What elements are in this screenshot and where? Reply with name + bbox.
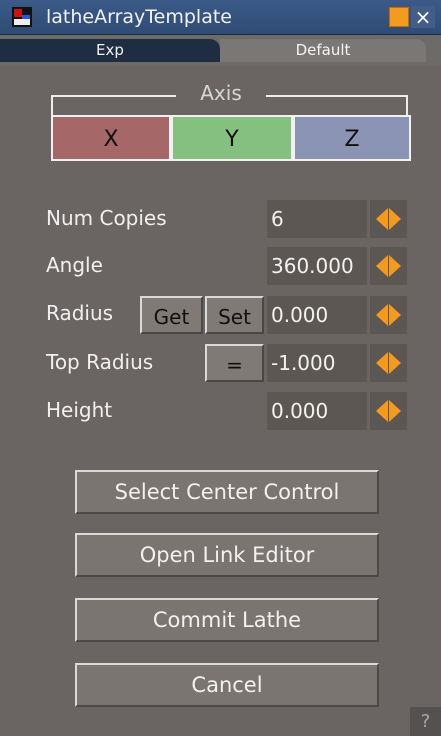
spinner-arrows-icon [376, 400, 401, 422]
tab-bar: Exp Default [0, 35, 441, 66]
radius-get-button[interactable]: Get [140, 296, 203, 334]
top-radius-field[interactable]: -1.000 [267, 344, 367, 382]
radius-field[interactable]: 0.000 [267, 296, 367, 334]
axis-z-button[interactable]: Z [293, 115, 411, 161]
top-radius-label: Top Radius [46, 350, 154, 374]
axis-x-button[interactable]: X [51, 115, 171, 161]
tab-default[interactable]: Default [220, 39, 426, 62]
height-spinner[interactable] [370, 392, 407, 430]
num-copies-field[interactable]: 6 [267, 200, 367, 238]
axis-label: Axis [176, 80, 266, 106]
commit-lathe-button[interactable]: Commit Lathe [75, 598, 379, 642]
cancel-button[interactable]: Cancel [75, 663, 379, 707]
help-button[interactable]: ? [410, 707, 441, 736]
radius-set-button[interactable]: Set [205, 296, 264, 334]
top-radius-equals-button[interactable]: = [205, 344, 264, 382]
height-field[interactable]: 0.000 [267, 392, 367, 430]
select-center-control-button[interactable]: Select Center Control [75, 470, 379, 514]
open-link-editor-button[interactable]: Open Link Editor [75, 533, 379, 577]
close-icon[interactable]: × [411, 6, 435, 28]
num-copies-spinner[interactable] [370, 200, 407, 238]
window-title: latheArrayTemplate [46, 6, 232, 28]
angle-label: Angle [46, 253, 103, 277]
lathe-app-icon [12, 7, 32, 27]
num-copies-label: Num Copies [46, 206, 167, 230]
spinner-arrows-icon [376, 304, 401, 326]
axis-y-button[interactable]: Y [171, 115, 293, 161]
top-radius-spinner[interactable] [370, 344, 407, 382]
angle-spinner[interactable] [370, 247, 407, 285]
spinner-arrows-icon [376, 208, 401, 230]
angle-field[interactable]: 360.000 [267, 247, 367, 285]
minimize-icon[interactable] [389, 7, 409, 27]
radius-label: Radius [46, 301, 114, 325]
height-label: Height [46, 398, 113, 422]
title-bar: latheArrayTemplate × [0, 0, 441, 35]
spinner-arrows-icon [376, 352, 401, 374]
spinner-arrows-icon [376, 255, 401, 277]
tab-exp[interactable]: Exp [0, 39, 220, 62]
radius-spinner[interactable] [370, 296, 407, 334]
